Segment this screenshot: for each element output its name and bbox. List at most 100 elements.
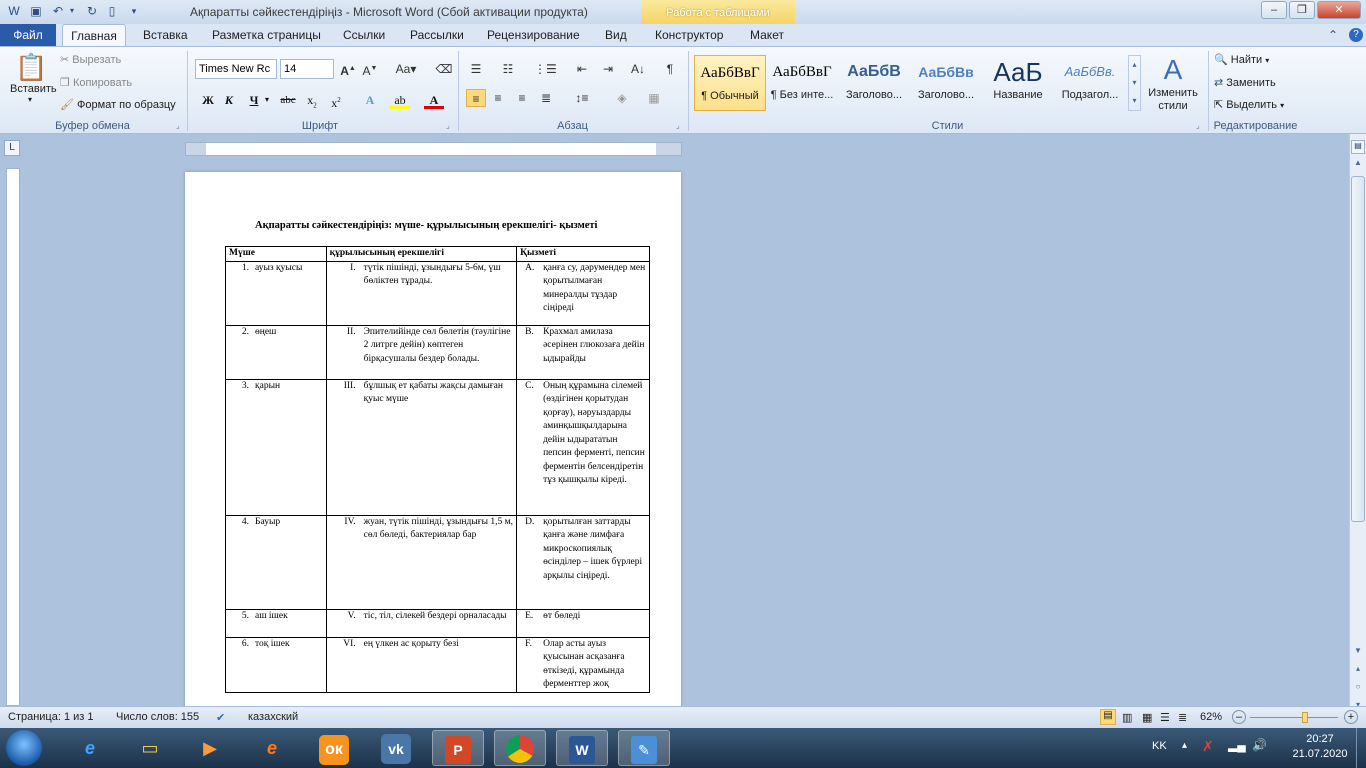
organ-cell[interactable]: 4. Бауыр	[225, 514, 327, 610]
organ-cell[interactable]: 5. аш ішек	[225, 608, 327, 638]
paragraph-dialog-launcher[interactable]: ⌟	[676, 121, 680, 130]
start-button[interactable]	[6, 730, 42, 766]
show-marks-icon[interactable]: ¶	[660, 60, 680, 78]
underline-dropdown-icon[interactable]: ▾	[262, 91, 272, 109]
show-hidden-icons[interactable]: ▴	[1182, 740, 1187, 751]
line-spacing-icon[interactable]: ↕≡	[572, 89, 592, 107]
underline-button[interactable]: Ч	[244, 91, 264, 109]
decrease-indent-icon[interactable]: ⇤	[572, 60, 592, 78]
function-cell[interactable]: D. қорытылған заттарды қанға және лимфаға…	[516, 514, 650, 610]
powerpoint-icon[interactable]: P	[445, 736, 471, 764]
tab-design[interactable]: Конструктор	[655, 28, 723, 42]
function-cell[interactable]: F. Олар асты ауыз қуысынан асқазанға өткі…	[516, 636, 650, 693]
cut-button[interactable]: ✂ Вырезать	[60, 53, 121, 66]
word-app-icon[interactable]: W	[6, 3, 22, 19]
draft-icon[interactable]: ≣	[1178, 711, 1187, 724]
style-title[interactable]: АаБ Название	[982, 55, 1054, 111]
style-heading-2[interactable]: АаБбВв Заголово...	[910, 55, 982, 111]
help-icon[interactable]: ?	[1349, 28, 1363, 42]
document-page[interactable]: Ақпаратты сәйкестендіріңіз: мүше- құрылы…	[185, 172, 681, 706]
scroll-thumb[interactable]	[1351, 176, 1365, 522]
copy-button[interactable]: ❐ Копировать	[60, 76, 132, 89]
volume-icon[interactable]: 🔊	[1252, 738, 1267, 752]
tab-home[interactable]: Главная	[62, 24, 126, 47]
chrome-icon[interactable]	[506, 735, 534, 763]
font-size-combo[interactable]: 14	[280, 59, 334, 79]
word-count[interactable]: Число слов: 155	[116, 711, 199, 723]
tab-insert[interactable]: Вставка	[143, 28, 188, 42]
clear-formatting-icon[interactable]: ⌫	[434, 60, 454, 78]
system-clock[interactable]: 20:27 21.07.2020	[1290, 732, 1350, 762]
sort-icon[interactable]: A↓	[628, 60, 648, 78]
zoom-out-icon[interactable]: –	[1232, 710, 1246, 724]
vk-icon[interactable]: vk	[381, 734, 411, 764]
superscript-button[interactable]: x2	[326, 91, 346, 110]
zoom-slider-track[interactable]	[1250, 712, 1338, 723]
function-cell[interactable]: E. өт бөледі	[516, 608, 650, 638]
multilevel-list-icon[interactable]: ⋮☰	[534, 60, 557, 78]
matching-table[interactable]: Мүше құрылысының ерекшелігі Қызметі 1. ау…	[225, 246, 650, 693]
structure-cell[interactable]: VI. ең үлкен ас қорыту безі	[325, 636, 518, 693]
organ-cell[interactable]: 3. қарын	[225, 378, 327, 516]
structure-cell[interactable]: I. түтік пішінді, ұзындығы 5-6м, үш бөлік…	[325, 260, 518, 326]
styles-dialog-launcher[interactable]: ⌟	[1196, 121, 1200, 130]
ruler-toggle-icon[interactable]: ▤	[1351, 140, 1365, 154]
tab-references[interactable]: Ссылки	[343, 28, 385, 42]
structure-cell[interactable]: V. тіс, тіл, сілекей бездері орналасады	[325, 608, 518, 638]
style-heading-1[interactable]: АаБбВ Заголово...	[838, 55, 910, 111]
style-no-spacing[interactable]: АаБбВвГ ¶ Без инте...	[766, 55, 838, 111]
file-explorer-icon[interactable]: ▭	[124, 730, 176, 766]
tab-selector-button[interactable]: L	[4, 140, 20, 156]
scroll-down-controls[interactable]: ▼ ▴ ○ ▾	[1351, 642, 1365, 706]
show-desktop-button[interactable]	[1356, 728, 1366, 768]
tab-page-layout[interactable]: Разметка страницы	[212, 28, 321, 42]
network-icon[interactable]: ▂▄	[1228, 738, 1246, 752]
vertical-ruler[interactable]	[6, 168, 20, 706]
italic-button[interactable]: К	[219, 91, 239, 109]
organ-cell[interactable]: 6. тоқ ішек	[225, 636, 327, 693]
minimize-ribbon-icon[interactable]: ⌃	[1328, 28, 1338, 42]
highlight-color-icon[interactable]: ab	[390, 91, 410, 109]
align-center-icon[interactable]: ≡	[488, 89, 508, 107]
browser-e-icon[interactable]: e	[246, 730, 298, 766]
odnoklassniki-icon[interactable]: ок	[319, 735, 349, 765]
justify-icon[interactable]: ≣	[536, 89, 556, 107]
borders-icon[interactable]: ▦	[644, 89, 664, 107]
save-icon[interactable]: ▣	[28, 3, 44, 19]
organ-cell[interactable]: 2. өңеш	[225, 324, 327, 380]
undo-dropdown-icon[interactable]: ▾	[68, 3, 76, 19]
language-indicator[interactable]: казахский	[248, 711, 298, 723]
internet-explorer-icon[interactable]: e	[64, 730, 116, 766]
restore-button[interactable]: ❐	[1289, 1, 1315, 19]
style-subtitle[interactable]: АаБбВв. Подзагол...	[1054, 55, 1126, 111]
full-screen-reading-icon[interactable]: ▥	[1122, 711, 1132, 724]
align-right-icon[interactable]: ≡	[512, 89, 532, 107]
undo-icon[interactable]: ↶	[50, 3, 66, 19]
structure-cell[interactable]: IV. жуан, түтік пішінді, ұзындығы 1,5 м, …	[325, 514, 518, 610]
scroll-up-icon[interactable]: ▲	[1351, 158, 1365, 172]
increase-indent-icon[interactable]: ⇥	[598, 60, 618, 78]
zoom-slider-thumb[interactable]	[1302, 712, 1308, 723]
vertical-scrollbar[interactable]: ▤ ▲ ▼ ▴ ○ ▾	[1349, 134, 1366, 706]
styles-scroll-control[interactable]: ▴ ▾ ▾	[1128, 55, 1141, 111]
web-layout-icon[interactable]: ▦	[1142, 711, 1152, 724]
format-painter-button[interactable]: 🖌 Формат по образцу	[60, 98, 176, 111]
change-case-icon[interactable]: Aa▾	[392, 60, 420, 78]
close-button[interactable]: ✕	[1317, 1, 1361, 19]
function-cell[interactable]: C. Оның құрамына сілемей (өздігінен қорыт…	[516, 378, 650, 516]
shading-icon[interactable]: ◈	[612, 89, 632, 107]
find-button[interactable]: 🔍 Найти ▾	[1214, 53, 1269, 66]
tab-layout[interactable]: Макет	[750, 28, 784, 42]
paste-button[interactable]: 📋 Вставить ▾	[10, 51, 57, 104]
font-dialog-launcher[interactable]: ⌟	[446, 121, 450, 130]
minimize-button[interactable]: –	[1261, 1, 1287, 19]
numbering-icon[interactable]: ☷	[498, 60, 518, 78]
select-button[interactable]: ⇱ Выделить ▾	[1214, 98, 1284, 111]
new-document-icon[interactable]: ▯	[104, 3, 120, 19]
align-left-icon[interactable]: ≡	[466, 89, 486, 107]
redo-icon[interactable]: ↻	[84, 3, 100, 19]
bullets-icon[interactable]: ☰	[466, 60, 486, 78]
tab-file[interactable]: Файл	[0, 24, 56, 46]
change-styles-button[interactable]: A Изменить стили	[1146, 53, 1200, 113]
tab-view[interactable]: Вид	[605, 28, 627, 42]
